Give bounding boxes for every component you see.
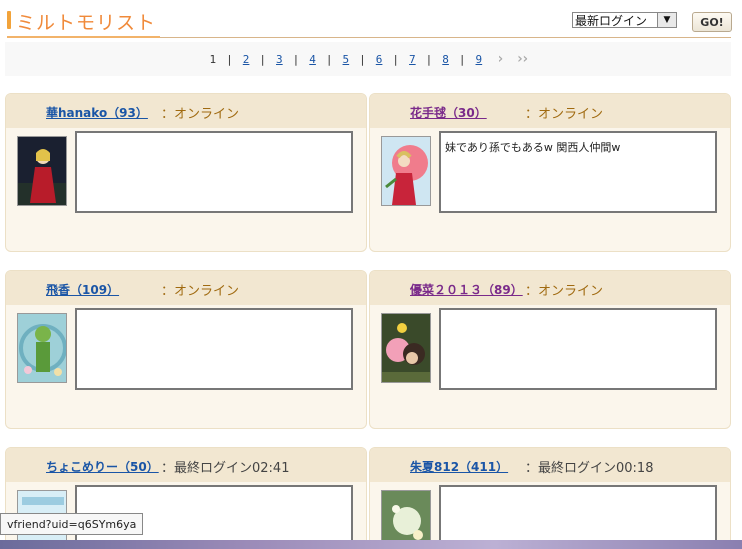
page-link-4[interactable]: 4 bbox=[309, 53, 316, 66]
friend-card: 飛香（109） ：オンライン bbox=[5, 270, 367, 429]
avatar[interactable] bbox=[381, 136, 431, 206]
avatar[interactable] bbox=[381, 490, 431, 546]
friend-comment: 妹であり孫でもあるw 関西人仲間w bbox=[439, 131, 717, 213]
friend-name-link[interactable]: 花手毬（30） bbox=[410, 104, 487, 121]
friend-status: ：最終ログイン00:18 bbox=[525, 461, 654, 476]
chevron-down-icon[interactable]: ▼ bbox=[657, 13, 676, 27]
friend-name-link[interactable]: ちょこめりー（50） bbox=[46, 458, 159, 475]
page-link-3[interactable]: 3 bbox=[276, 53, 283, 66]
friend-card: 朱夏812（411） ：最終ログイン00:18 bbox=[369, 447, 731, 547]
title-bar: ミルトモリスト 最新ログイン ▼ GO! bbox=[0, 0, 742, 40]
title-divider-accent bbox=[7, 36, 160, 38]
friend-status: ：最終ログイン02:41 bbox=[161, 461, 290, 476]
page-link-8[interactable]: 8 bbox=[442, 53, 449, 66]
page-title: ミルトモリスト bbox=[16, 12, 157, 34]
friend-name-link[interactable]: 朱夏812（411） bbox=[410, 458, 508, 475]
avatar[interactable] bbox=[381, 313, 431, 383]
go-button[interactable]: GO! bbox=[692, 12, 732, 32]
window-bottom-strip bbox=[0, 540, 742, 549]
friend-status: ：オンライン bbox=[525, 284, 604, 299]
friend-card: 優菜２０１３（89） ：オンライン bbox=[369, 270, 731, 429]
page-link-7[interactable]: 7 bbox=[409, 53, 416, 66]
last-page-icon[interactable]: ›› bbox=[516, 51, 530, 67]
friend-comment bbox=[75, 308, 353, 390]
sort-select-value: 最新ログイン bbox=[575, 13, 648, 28]
avatar[interactable] bbox=[17, 136, 67, 206]
friend-name-link[interactable]: 飛香（109） bbox=[46, 281, 119, 298]
friend-status: ：オンライン bbox=[161, 284, 240, 299]
friend-status: ：オンライン bbox=[161, 107, 240, 122]
page-current: 1 bbox=[209, 52, 217, 66]
status-url-tooltip: vfriend?uid=q6SYm6ya bbox=[0, 513, 144, 535]
page-link-9[interactable]: 9 bbox=[476, 53, 483, 66]
friend-comment bbox=[439, 308, 717, 390]
friend-status: ：オンライン bbox=[525, 107, 604, 122]
page-link-5[interactable]: 5 bbox=[343, 53, 350, 66]
title-accent-bar bbox=[7, 11, 11, 29]
avatar[interactable] bbox=[17, 313, 67, 383]
pagination: 1 | 2 | 3 | 4 | 5 | 6 | 7 | 8 | 9 › ›› bbox=[5, 42, 731, 76]
page-link-2[interactable]: 2 bbox=[243, 53, 250, 66]
next-page-icon[interactable]: › bbox=[496, 51, 505, 67]
friend-comment bbox=[75, 131, 353, 213]
friend-comment bbox=[439, 485, 717, 546]
friend-name-link[interactable]: 華hanako（93） bbox=[46, 104, 148, 121]
friend-card: 華hanako（93） ：オンライン bbox=[5, 93, 367, 252]
friend-name-link[interactable]: 優菜２０１３（89） bbox=[410, 281, 523, 298]
sort-select[interactable]: 最新ログイン ▼ bbox=[572, 12, 677, 28]
friend-card: 花手毬（30） ：オンライン 妹であり孫でもあるw 関西人仲間w bbox=[369, 93, 731, 252]
page-link-6[interactable]: 6 bbox=[376, 53, 383, 66]
